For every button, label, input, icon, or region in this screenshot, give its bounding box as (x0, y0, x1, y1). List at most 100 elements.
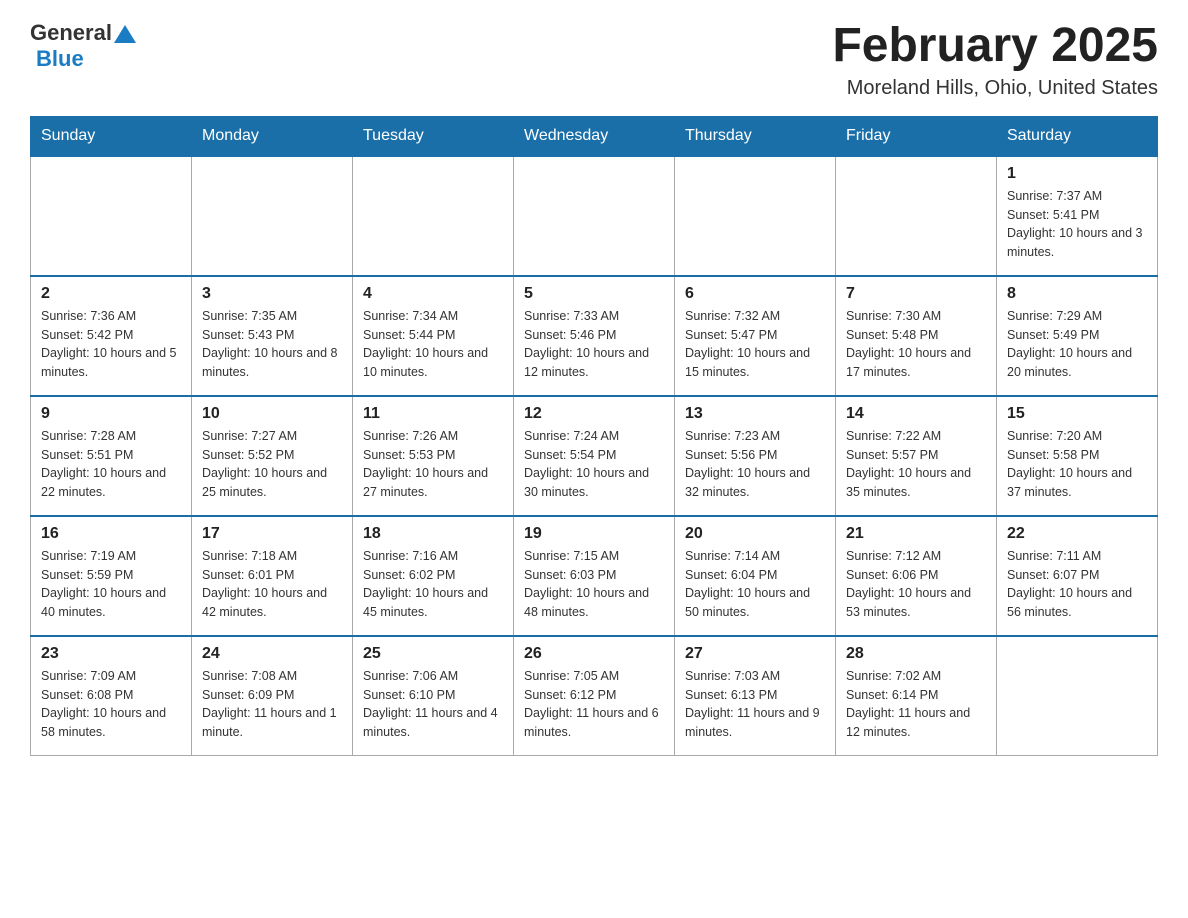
calendar-cell-w0-d3 (514, 156, 675, 276)
day-info: Sunrise: 7:27 AMSunset: 5:52 PMDaylight:… (202, 427, 342, 502)
calendar-cell-w1-d0: 2Sunrise: 7:36 AMSunset: 5:42 PMDaylight… (31, 276, 192, 396)
day-number: 14 (846, 405, 986, 423)
week-row-1: 2Sunrise: 7:36 AMSunset: 5:42 PMDaylight… (31, 276, 1158, 396)
day-number: 2 (41, 285, 181, 303)
day-number: 15 (1007, 405, 1147, 423)
calendar-cell-w1-d4: 6 Sunrise: 7:32 AMSunset: 5:47 PMDaylight… (675, 276, 836, 396)
col-sunday: Sunday (31, 116, 192, 156)
col-saturday: Saturday (997, 116, 1158, 156)
day-number: 7 (846, 285, 986, 303)
col-wednesday: Wednesday (514, 116, 675, 156)
calendar-cell-w4-d6 (997, 636, 1158, 756)
day-number: 8 (1007, 285, 1147, 303)
calendar-cell-w3-d3: 19 Sunrise: 7:15 AMSunset: 6:03 PMDayligh… (514, 516, 675, 636)
day-info: Sunrise: 7:14 AMSunset: 6:04 PMDaylight:… (685, 547, 825, 622)
day-info: Sunrise: 7:24 AMSunset: 5:54 PMDaylight:… (524, 427, 664, 502)
calendar-cell-w0-d5 (836, 156, 997, 276)
day-number: 26 (524, 645, 664, 663)
day-number: 16 (41, 525, 181, 543)
location-subtitle: Moreland Hills, Ohio, United States (832, 77, 1158, 100)
calendar-cell-w3-d6: 22 Sunrise: 7:11 AMSunset: 6:07 PMDayligh… (997, 516, 1158, 636)
calendar-cell-w2-d1: 10 Sunrise: 7:27 AMSunset: 5:52 PMDayligh… (192, 396, 353, 516)
col-monday: Monday (192, 116, 353, 156)
calendar-cell-w4-d5: 28 Sunrise: 7:02 AMSunset: 6:14 PMDayligh… (836, 636, 997, 756)
day-number: 17 (202, 525, 342, 543)
calendar-cell-w2-d3: 12 Sunrise: 7:24 AMSunset: 5:54 PMDayligh… (514, 396, 675, 516)
day-info: Sunrise: 7:37 AMSunset: 5:41 PMDaylight:… (1007, 187, 1147, 262)
calendar-cell-w2-d5: 14 Sunrise: 7:22 AMSunset: 5:57 PMDayligh… (836, 396, 997, 516)
calendar-cell-w2-d4: 13Sunrise: 7:23 AMSunset: 5:56 PMDayligh… (675, 396, 836, 516)
day-info: Sunrise: 7:22 AMSunset: 5:57 PMDaylight:… (846, 427, 986, 502)
calendar-cell-w3-d0: 16 Sunrise: 7:19 AMSunset: 5:59 PMDayligh… (31, 516, 192, 636)
day-number: 4 (363, 285, 503, 303)
day-number: 11 (363, 405, 503, 423)
day-info: Sunrise: 7:02 AMSunset: 6:14 PMDaylight:… (846, 667, 986, 742)
day-info: Sunrise: 7:32 AMSunset: 5:47 PMDaylight:… (685, 307, 825, 382)
day-number: 5 (524, 285, 664, 303)
day-info: Sunrise: 7:26 AMSunset: 5:53 PMDaylight:… (363, 427, 503, 502)
col-friday: Friday (836, 116, 997, 156)
day-number: 27 (685, 645, 825, 663)
day-number: 9 (41, 405, 181, 423)
calendar-cell-w1-d6: 8 Sunrise: 7:29 AMSunset: 5:49 PMDaylight… (997, 276, 1158, 396)
calendar-cell-w4-d0: 23Sunrise: 7:09 AMSunset: 6:08 PMDayligh… (31, 636, 192, 756)
title-block: February 2025 Moreland Hills, Ohio, Unit… (832, 20, 1158, 100)
day-info: Sunrise: 7:28 AMSunset: 5:51 PMDaylight:… (41, 427, 181, 502)
calendar-cell-w2-d2: 11 Sunrise: 7:26 AMSunset: 5:53 PMDayligh… (353, 396, 514, 516)
calendar-cell-w0-d1 (192, 156, 353, 276)
logo: General Blue (30, 20, 136, 72)
logo-icon (114, 23, 136, 45)
day-info: Sunrise: 7:09 AMSunset: 6:08 PMDaylight:… (41, 667, 181, 742)
day-number: 21 (846, 525, 986, 543)
week-row-4: 23Sunrise: 7:09 AMSunset: 6:08 PMDayligh… (31, 636, 1158, 756)
day-info: Sunrise: 7:11 AMSunset: 6:07 PMDaylight:… (1007, 547, 1147, 622)
day-info: Sunrise: 7:33 AMSunset: 5:46 PMDaylight:… (524, 307, 664, 382)
day-info: Sunrise: 7:16 AMSunset: 6:02 PMDaylight:… (363, 547, 503, 622)
day-info: Sunrise: 7:35 AMSunset: 5:43 PMDaylight:… (202, 307, 342, 382)
calendar-cell-w3-d4: 20 Sunrise: 7:14 AMSunset: 6:04 PMDayligh… (675, 516, 836, 636)
day-number: 6 (685, 285, 825, 303)
day-info: Sunrise: 7:19 AMSunset: 5:59 PMDaylight:… (41, 547, 181, 622)
calendar-header-row: Sunday Monday Tuesday Wednesday Thursday… (31, 116, 1158, 156)
day-info: Sunrise: 7:20 AMSunset: 5:58 PMDaylight:… (1007, 427, 1147, 502)
day-number: 10 (202, 405, 342, 423)
day-number: 18 (363, 525, 503, 543)
day-info: Sunrise: 7:29 AMSunset: 5:49 PMDaylight:… (1007, 307, 1147, 382)
day-info: Sunrise: 7:15 AMSunset: 6:03 PMDaylight:… (524, 547, 664, 622)
day-info: Sunrise: 7:23 AMSunset: 5:56 PMDaylight:… (685, 427, 825, 502)
day-info: Sunrise: 7:08 AMSunset: 6:09 PMDaylight:… (202, 667, 342, 742)
calendar-cell-w1-d1: 3Sunrise: 7:35 AMSunset: 5:43 PMDaylight… (192, 276, 353, 396)
calendar-cell-w4-d4: 27Sunrise: 7:03 AMSunset: 6:13 PMDayligh… (675, 636, 836, 756)
day-info: Sunrise: 7:05 AMSunset: 6:12 PMDaylight:… (524, 667, 664, 742)
day-number: 28 (846, 645, 986, 663)
day-number: 25 (363, 645, 503, 663)
calendar-cell-w3-d5: 21 Sunrise: 7:12 AMSunset: 6:06 PMDayligh… (836, 516, 997, 636)
day-number: 20 (685, 525, 825, 543)
calendar-cell-w0-d6: 1 Sunrise: 7:37 AMSunset: 5:41 PMDaylight… (997, 156, 1158, 276)
calendar-cell-w3-d1: 17 Sunrise: 7:18 AMSunset: 6:01 PMDayligh… (192, 516, 353, 636)
day-number: 19 (524, 525, 664, 543)
calendar-cell-w0-d4 (675, 156, 836, 276)
logo-blue-text: Blue (36, 46, 84, 71)
calendar-cell-w2-d6: 15 Sunrise: 7:20 AMSunset: 5:58 PMDayligh… (997, 396, 1158, 516)
logo-general-text: General (30, 20, 112, 46)
day-number: 24 (202, 645, 342, 663)
week-row-3: 16 Sunrise: 7:19 AMSunset: 5:59 PMDayligh… (31, 516, 1158, 636)
calendar-cell-w0-d0 (31, 156, 192, 276)
calendar-cell-w1-d2: 4Sunrise: 7:34 AMSunset: 5:44 PMDaylight… (353, 276, 514, 396)
calendar-cell-w1-d3: 5 Sunrise: 7:33 AMSunset: 5:46 PMDaylight… (514, 276, 675, 396)
day-number: 12 (524, 405, 664, 423)
day-number: 1 (1007, 165, 1147, 183)
day-info: Sunrise: 7:12 AMSunset: 6:06 PMDaylight:… (846, 547, 986, 622)
day-info: Sunrise: 7:18 AMSunset: 6:01 PMDaylight:… (202, 547, 342, 622)
week-row-0: 1 Sunrise: 7:37 AMSunset: 5:41 PMDaylight… (31, 156, 1158, 276)
calendar-cell-w2-d0: 9 Sunrise: 7:28 AMSunset: 5:51 PMDaylight… (31, 396, 192, 516)
calendar-cell-w0-d2 (353, 156, 514, 276)
week-row-2: 9 Sunrise: 7:28 AMSunset: 5:51 PMDaylight… (31, 396, 1158, 516)
col-tuesday: Tuesday (353, 116, 514, 156)
day-info: Sunrise: 7:06 AMSunset: 6:10 PMDaylight:… (363, 667, 503, 742)
calendar-table: Sunday Monday Tuesday Wednesday Thursday… (30, 116, 1158, 757)
calendar-cell-w3-d2: 18 Sunrise: 7:16 AMSunset: 6:02 PMDayligh… (353, 516, 514, 636)
calendar-cell-w4-d1: 24 Sunrise: 7:08 AMSunset: 6:09 PMDayligh… (192, 636, 353, 756)
day-number: 22 (1007, 525, 1147, 543)
